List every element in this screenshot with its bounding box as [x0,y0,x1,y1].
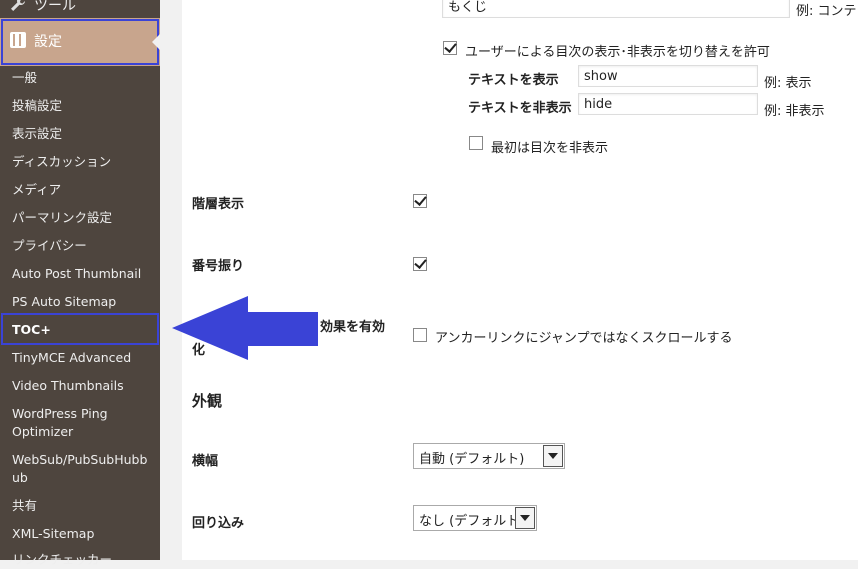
toc-highlight-box [1,313,159,345]
menu-settings[interactable]: 設定 [0,18,160,66]
appearance-heading: 外観 [192,392,223,410]
admin-sidebar: ツール 設定 一般 投稿設定 表示設定 ディスカッション メディア パーマリンク… [0,0,160,567]
settings-panel: もくじ 例: コンテン ユーザーによる目次の表示･非表示を切り替えを許可 テキス… [182,0,858,560]
show-text-input[interactable]: show [578,65,758,87]
hide-text-label: テキストを非表示 [468,101,572,116]
toggle-visibility-checkbox[interactable] [443,41,457,55]
show-text-label: テキストを表示 [468,73,559,88]
wrap-label: 回り込み [192,516,245,531]
menu-tools[interactable]: ツール [0,0,160,16]
width-select-value: 自動 (デフォルト) [419,452,525,467]
heading-text-input[interactable]: もくじ [442,0,790,18]
hierarchy-checkbox[interactable] [413,194,427,208]
smooth-scroll-checkbox[interactable] [413,328,427,342]
wrap-select[interactable]: なし (デフォルト) [413,505,537,531]
width-label: 横幅 [192,454,219,469]
menu-settings-label: 設定 [34,34,62,50]
show-text-example: 例: 表示 [764,76,812,91]
width-select[interactable]: 自動 (デフォルト) [413,443,565,469]
smooth-scroll-label-1: 効果を有効 [320,320,386,335]
numbering-checkbox[interactable] [413,257,427,271]
menu-tools-label: ツール [34,0,76,14]
settings-main: もくじ 例: コンテン ユーザーによる目次の表示･非表示を切り替えを許可 テキス… [160,0,858,560]
wrench-icon [11,0,25,11]
initially-hide-checkbox[interactable] [469,136,483,150]
chevron-down-icon[interactable] [515,507,535,529]
numbering-label: 番号振り [192,259,245,274]
current-menu-arrow [152,34,160,50]
hide-text-input[interactable]: hide [578,93,758,115]
annotation-arrow-icon [172,296,318,360]
hierarchy-label: 階層表示 [192,197,245,212]
heading-example: 例: コンテン [796,4,858,19]
settings-icon [10,32,26,48]
chevron-down-icon[interactable] [543,445,563,467]
hide-text-example: 例: 非表示 [764,104,825,119]
wrap-select-value: なし (デフォルト) [419,514,525,529]
toggle-visibility-label: ユーザーによる目次の表示･非表示を切り替えを許可 [465,45,770,60]
smooth-scroll-option-label: アンカーリンクにジャンプではなくスクロールする [435,331,733,346]
initially-hide-label: 最初は目次を非表示 [491,141,609,156]
